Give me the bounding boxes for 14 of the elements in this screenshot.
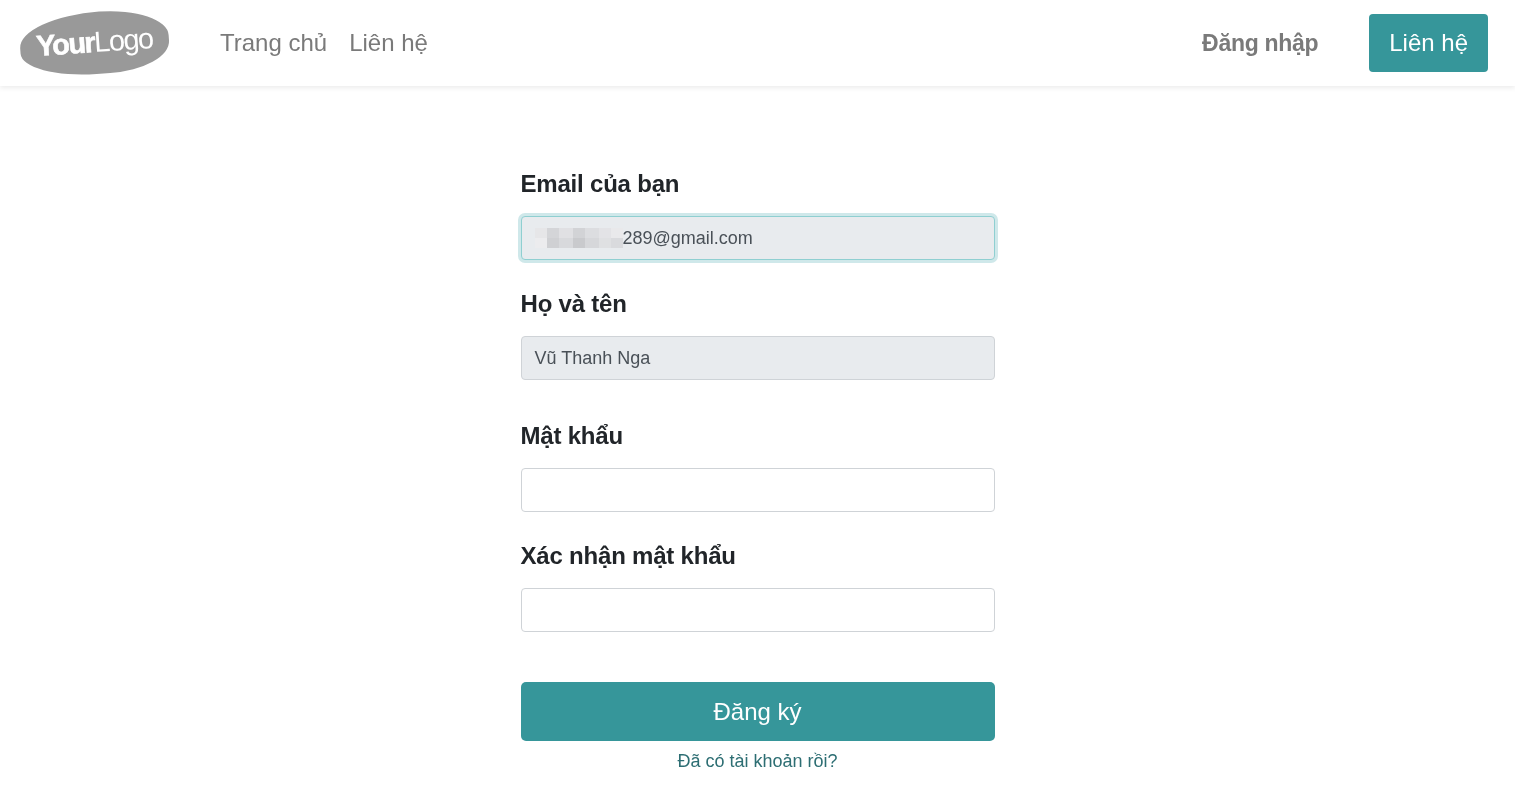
field-label: Mật khẩu xyxy=(520,421,623,451)
input-field[interactable] xyxy=(520,588,995,632)
input-field[interactable]: Vũ Thanh Nga xyxy=(520,336,995,380)
register-button[interactable]: Đăng ký xyxy=(520,682,995,741)
nav-link[interactable]: Liên hệ xyxy=(349,29,428,57)
input-field[interactable]: 289@gmail.com xyxy=(520,216,995,260)
input-field[interactable] xyxy=(520,468,995,512)
field-label: Email của bạn xyxy=(520,169,680,199)
contact-button[interactable]: Liên hệ xyxy=(1369,14,1488,72)
login-prompt-link[interactable]: Đã có tài khoản rồi? xyxy=(677,750,838,772)
field-label: Họ và tên xyxy=(520,289,627,319)
nav-link[interactable]: Trang chủ xyxy=(220,29,328,57)
login-link[interactable]: Đăng nhập xyxy=(1202,29,1319,57)
field-label: Xác nhận mật khẩu xyxy=(520,541,736,571)
